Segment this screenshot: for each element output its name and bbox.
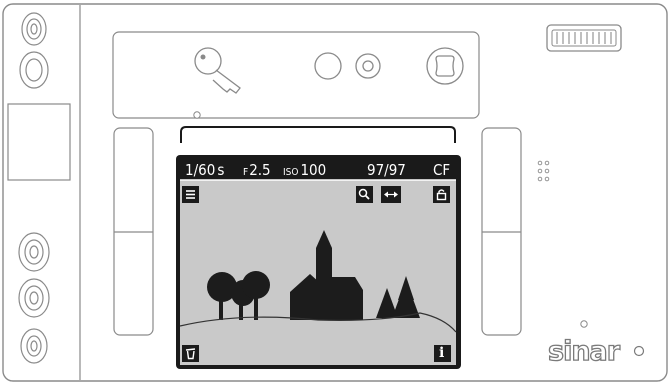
magnify-icon[interactable] (356, 186, 373, 203)
registered-mark (633, 345, 645, 357)
info-glyph: i (439, 345, 445, 361)
right-soft-keys[interactable] (481, 127, 522, 336)
status-led-top (193, 111, 201, 119)
square-control-knob[interactable] (426, 47, 464, 85)
shot-counter: 97/97 (367, 161, 406, 179)
left-upper-knob[interactable] (19, 51, 49, 89)
left-dial-1[interactable] (18, 232, 50, 272)
aperture-prefix: F (243, 167, 249, 178)
left-dial-2[interactable] (18, 278, 50, 318)
pan-arrows-icon[interactable] (381, 186, 401, 203)
aperture-value: 2.5 (249, 161, 271, 179)
trash-icon[interactable] (182, 345, 199, 362)
iso-value: 100 (300, 161, 327, 179)
left-dial-3[interactable] (20, 328, 48, 364)
aperture-readout: F2.5 (243, 163, 271, 180)
shutter-speed-value: 1/60 (185, 161, 216, 179)
shutter-speed-readout: 1/60 s (185, 163, 224, 178)
lock-icon[interactable] (433, 186, 450, 203)
shutter-speed-unit: s (217, 161, 225, 179)
iso-readout: ISO 100 (283, 163, 326, 180)
status-led-bottom (580, 320, 588, 328)
left-soft-keys[interactable] (113, 127, 154, 336)
round-button[interactable] (314, 52, 342, 80)
left-top-knob[interactable] (21, 12, 47, 46)
top-control-plate (112, 31, 480, 119)
info-icon[interactable]: i (434, 345, 451, 362)
storage-indicator: CF (433, 161, 451, 179)
camera-back-illustration (2, 3, 668, 382)
release-button[interactable] (355, 53, 381, 79)
iso-label: ISO (283, 167, 299, 178)
menu-icon[interactable] (182, 186, 199, 203)
side-grip-panel (7, 103, 71, 181)
brand-logo: sinar (547, 335, 620, 367)
